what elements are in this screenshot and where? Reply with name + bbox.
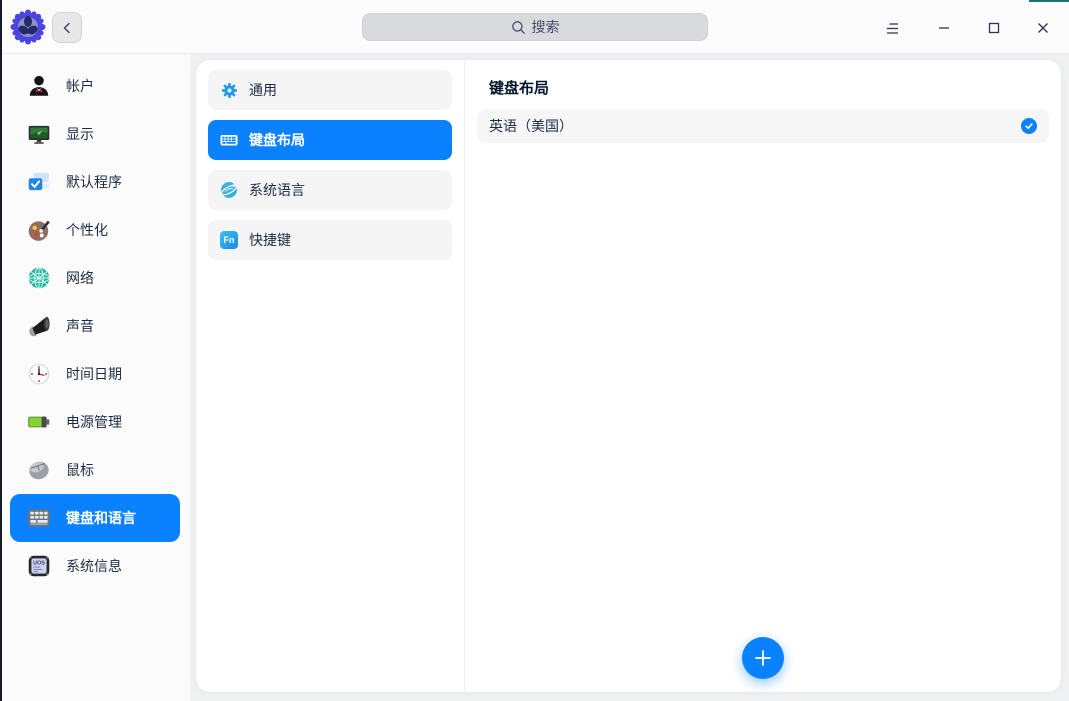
sidebar-item-keyboard-language[interactable]: 键盘和语言 [10, 494, 180, 542]
mouse-icon [24, 455, 54, 485]
layout-row-english-us[interactable]: 英语（美国） [477, 109, 1049, 143]
subnav: 通用 键盘布局 系统语言 Fn 快捷键 [196, 60, 465, 692]
subnav-item-label: 通用 [249, 80, 277, 100]
sidebar-item-system-info[interactable]: UOS 系统信息 [10, 542, 180, 590]
sidebar: 帐户 显示 默认程序 个性化 网络 声音 时间日期 [0, 54, 190, 701]
gear-icon [220, 81, 238, 99]
add-keyboard-layout-button[interactable] [742, 637, 784, 679]
page-title: 键盘布局 [489, 77, 1049, 98]
keyboard-layout-pane: 键盘布局 英语（美国） [465, 60, 1061, 692]
sidebar-item-default-apps[interactable]: 默认程序 [10, 158, 180, 206]
search-icon [511, 20, 526, 35]
keyboard-layout-icon [220, 131, 238, 149]
sidebar-item-label: 显示 [66, 124, 94, 144]
globe-icon [220, 181, 238, 199]
sidebar-item-label: 电源管理 [66, 412, 122, 432]
minimize-icon [937, 21, 951, 35]
sidebar-item-label: 默认程序 [66, 172, 122, 192]
window-menu-button[interactable] [879, 14, 907, 42]
sidebar-item-accounts[interactable]: 帐户 [10, 62, 180, 110]
screen-edge-left [0, 0, 2, 701]
svg-text:UOS: UOS [33, 560, 45, 566]
back-button[interactable] [52, 12, 82, 43]
default-apps-icon [24, 167, 54, 197]
sidebar-item-label: 网络 [66, 268, 94, 288]
battery-icon [24, 407, 54, 437]
sidebar-item-power[interactable]: 电源管理 [10, 398, 180, 446]
sidebar-item-label: 个性化 [66, 220, 108, 240]
plus-icon [753, 648, 773, 668]
maximize-button[interactable] [980, 14, 1008, 42]
subnav-item-system-language[interactable]: 系统语言 [208, 170, 452, 210]
sidebar-item-network[interactable]: 网络 [10, 254, 180, 302]
titlebar: 搜索 [0, 0, 1069, 54]
menu-icon [885, 22, 901, 35]
keyboard-icon [24, 503, 54, 533]
sidebar-item-label: 系统信息 [66, 556, 122, 576]
layout-label: 英语（美国） [489, 116, 573, 136]
personalization-icon [24, 215, 54, 245]
sound-icon [24, 311, 54, 341]
sidebar-item-label: 键盘和语言 [66, 508, 136, 528]
display-icon [24, 119, 54, 149]
system-info-icon: UOS [24, 551, 54, 581]
sidebar-item-label: 时间日期 [66, 364, 122, 384]
fn-icon: Fn [220, 231, 238, 249]
sidebar-item-label: 鼠标 [66, 460, 94, 480]
chevron-left-icon [61, 22, 73, 34]
minimize-button[interactable] [930, 14, 958, 42]
clock-icon [24, 359, 54, 389]
subnav-item-label: 系统语言 [249, 180, 305, 200]
close-icon [1036, 21, 1050, 35]
sidebar-item-label: 帐户 [66, 76, 94, 96]
sidebar-item-sound[interactable]: 声音 [10, 302, 180, 350]
content-card: 通用 键盘布局 系统语言 Fn 快捷键 键盘布局 英语（美国） [196, 60, 1061, 692]
maximize-icon [987, 21, 1001, 35]
sidebar-item-datetime[interactable]: 时间日期 [10, 350, 180, 398]
sidebar-item-mouse[interactable]: 鼠标 [10, 446, 180, 494]
sidebar-item-label: 声音 [66, 316, 94, 336]
selected-check-icon [1021, 118, 1037, 134]
network-icon [24, 263, 54, 293]
sidebar-item-personalization[interactable]: 个性化 [10, 206, 180, 254]
search-label: 搜索 [532, 17, 560, 37]
accounts-icon [24, 71, 54, 101]
screen-edge-top-right [1029, 0, 1069, 2]
subnav-item-label: 快捷键 [249, 230, 291, 250]
subnav-item-label: 键盘布局 [249, 130, 305, 150]
search-input[interactable]: 搜索 [362, 13, 708, 41]
sidebar-item-display[interactable]: 显示 [10, 110, 180, 158]
subnav-item-general[interactable]: 通用 [208, 70, 452, 110]
subnav-item-shortcuts[interactable]: Fn 快捷键 [208, 220, 452, 260]
close-button[interactable] [1029, 14, 1057, 42]
subnav-item-keyboard-layout[interactable]: 键盘布局 [208, 120, 452, 160]
control-center-logo-icon [10, 9, 46, 45]
